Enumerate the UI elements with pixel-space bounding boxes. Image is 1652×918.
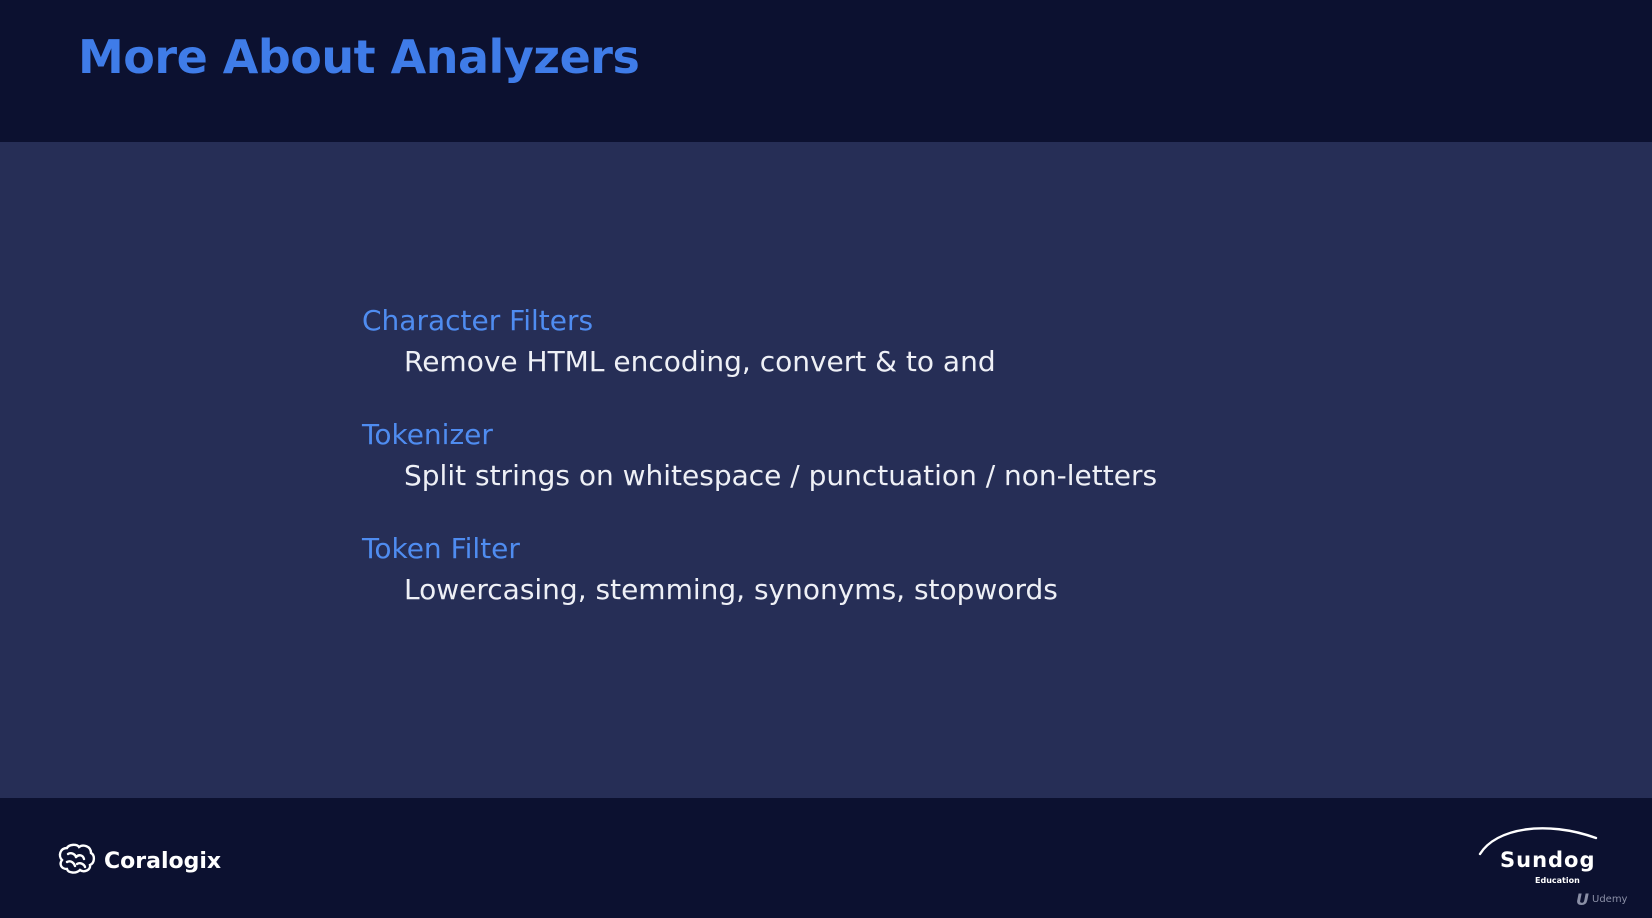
slide-content: Character Filters Remove HTML encoding, … — [0, 142, 1652, 798]
slide: More About Analyzers Character Filters R… — [0, 0, 1652, 918]
list-item: Token Filter Lowercasing, stemming, syno… — [362, 530, 1157, 612]
bullet-list: Character Filters Remove HTML encoding, … — [362, 302, 1157, 644]
sundog-sublabel: Education — [1535, 876, 1580, 885]
item-heading: Character Filters — [362, 304, 594, 337]
list-item: Character Filters Remove HTML encoding, … — [362, 302, 1157, 384]
udemy-watermark: U Udemy — [1576, 890, 1627, 909]
sundog-logo: Sundog Education U Udemy — [1476, 820, 1627, 910]
coralogix-logo: Coralogix — [56, 842, 221, 881]
udemy-label: Udemy — [1592, 894, 1628, 905]
sundog-label: Sundog — [1500, 848, 1596, 872]
item-heading: Tokenizer — [362, 418, 493, 451]
item-description: Lowercasing, stemming, synonyms, stopwor… — [404, 573, 1058, 606]
udemy-icon: U — [1576, 890, 1589, 909]
brain-icon — [56, 842, 96, 881]
coralogix-label: Coralogix — [104, 849, 222, 874]
list-item: Tokenizer Split strings on whitespace / … — [362, 416, 1157, 498]
item-description: Remove HTML encoding, convert & to and — [404, 345, 996, 378]
item-heading: Token Filter — [362, 532, 520, 565]
slide-footer: Coralogix Sundog Education U Udemy — [0, 798, 1652, 918]
item-description: Split strings on whitespace / punctuatio… — [404, 459, 1158, 492]
slide-title: More About Analyzers — [78, 30, 640, 84]
slide-header: More About Analyzers — [0, 0, 1652, 142]
